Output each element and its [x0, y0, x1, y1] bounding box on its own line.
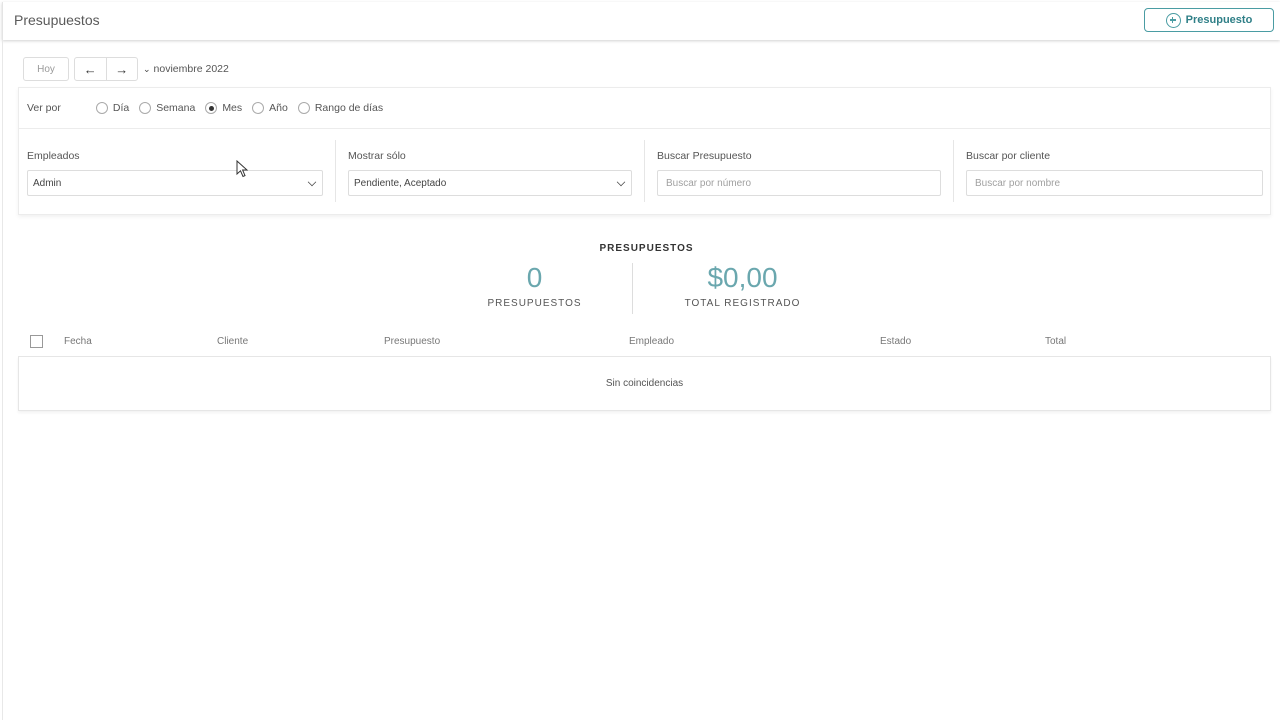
- radio-ano-circle[interactable]: [252, 102, 265, 114]
- search-budget-label: Buscar Presupuesto: [657, 150, 752, 162]
- employees-select[interactable]: Admin: [27, 170, 323, 196]
- view-by-label: Ver por: [27, 102, 61, 114]
- radio-semana-label: Semana: [156, 102, 196, 114]
- column-header-estado[interactable]: Estado: [880, 336, 911, 347]
- select-all-checkbox[interactable]: [30, 335, 43, 348]
- period-selector[interactable]: ⌄ noviembre 2022: [143, 63, 229, 75]
- date-nav-group: ← →: [74, 57, 138, 81]
- new-budget-label: Presupuesto: [1185, 14, 1253, 26]
- search-budget-filter: Buscar Presupuesto: [657, 140, 941, 202]
- today-button[interactable]: Hoy: [23, 57, 69, 81]
- radio-mes-label: Mes: [222, 102, 243, 114]
- search-client-filter: Buscar por cliente: [966, 140, 1263, 202]
- column-header-fecha[interactable]: Fecha: [64, 336, 92, 347]
- chevron-down-icon: [616, 177, 626, 187]
- filter-divider: [953, 140, 954, 202]
- stat-divider: [632, 263, 633, 314]
- radio-mes-circle[interactable]: [205, 102, 218, 114]
- radio-dia-label: Día: [112, 102, 130, 114]
- radio-ano-label: Año: [269, 102, 288, 114]
- filter-divider: [335, 140, 336, 202]
- plus-circle-icon: [1165, 12, 1181, 28]
- summary-title: PRESUPUESTOS: [599, 243, 694, 254]
- view-by-row: Ver por Día Semana Mes Año Rango de días: [19, 88, 1270, 129]
- empty-message: Sin coincidencias: [605, 378, 684, 389]
- total-stat: $0,00 TOTAL REGISTRADO: [672, 262, 813, 309]
- budget-count-stat: 0 PRESUPUESTOS: [478, 262, 591, 309]
- filter-card: Ver por Día Semana Mes Año Rango de días…: [18, 87, 1271, 215]
- show-only-value: Pendiente, Aceptado: [354, 177, 447, 189]
- page-title: Presupuestos: [14, 12, 100, 28]
- radio-semana-circle[interactable]: [139, 102, 152, 114]
- new-budget-button[interactable]: Presupuesto: [1144, 8, 1274, 32]
- column-header-presupuesto[interactable]: Presupuesto: [384, 336, 440, 347]
- table-header: Fecha Cliente Presupuesto Empleado Estad…: [18, 333, 1271, 355]
- budget-count-value: 0: [526, 262, 543, 293]
- radio-mes[interactable]: Mes: [205, 102, 242, 114]
- radio-dia-circle[interactable]: [95, 102, 108, 114]
- show-only-label: Mostrar sólo: [348, 150, 406, 162]
- chevron-down-icon: [307, 177, 317, 187]
- budget-count-label: PRESUPUESTOS: [487, 298, 582, 309]
- arrow-right-icon[interactable]: →: [105, 58, 138, 80]
- column-header-empleado[interactable]: Empleado: [629, 336, 674, 347]
- total-label: TOTAL REGISTRADO: [684, 298, 801, 309]
- total-value: $0,00: [707, 262, 778, 293]
- column-header-cliente[interactable]: Cliente: [217, 336, 248, 347]
- left-border: [2, 40, 3, 720]
- show-only-filter: Mostrar sólo Pendiente, Aceptado: [348, 140, 632, 202]
- filter-divider: [644, 140, 645, 202]
- search-budget-input[interactable]: [657, 170, 941, 196]
- radio-ano[interactable]: Año: [252, 102, 288, 114]
- employees-label: Empleados: [27, 150, 80, 162]
- radio-rango[interactable]: Rango de días: [297, 102, 384, 114]
- radio-rango-label: Rango de días: [314, 102, 384, 114]
- radio-dia[interactable]: Día: [95, 102, 130, 114]
- employees-value: Admin: [33, 177, 62, 189]
- radio-semana[interactable]: Semana: [139, 102, 195, 114]
- search-client-input[interactable]: [966, 170, 1263, 196]
- search-client-label: Buscar por cliente: [966, 150, 1051, 162]
- arrow-left-icon[interactable]: ←: [75, 58, 106, 80]
- column-header-total[interactable]: Total: [1045, 336, 1066, 347]
- radio-rango-circle[interactable]: [297, 102, 310, 114]
- table-body: Sin coincidencias: [18, 356, 1271, 411]
- top-bar: Presupuestos Presupuesto: [2, 2, 1280, 40]
- employees-filter: Empleados Admin: [27, 140, 323, 202]
- show-only-select[interactable]: Pendiente, Aceptado: [348, 170, 632, 196]
- period-label: noviembre 2022: [153, 63, 229, 75]
- chevron-down-icon: ⌄: [143, 63, 151, 74]
